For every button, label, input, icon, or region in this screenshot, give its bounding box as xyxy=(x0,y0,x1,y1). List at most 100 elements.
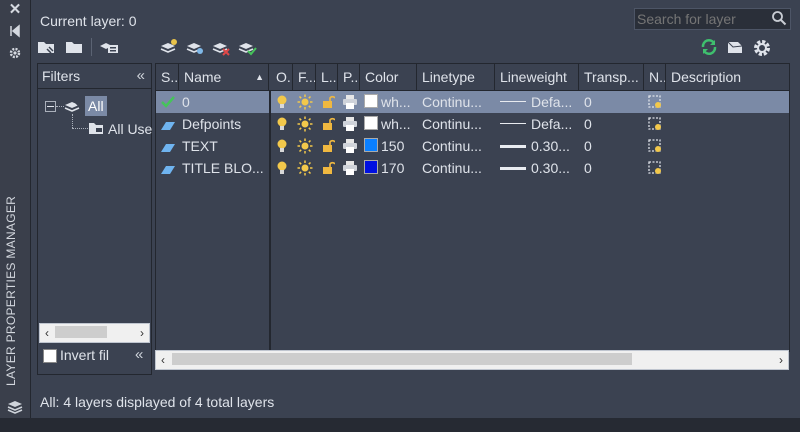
lineweight-value[interactable]: 0.30... xyxy=(531,135,577,157)
scroll-right-icon[interactable]: › xyxy=(774,351,788,369)
layer-manager-panel: Current layer: 0 Filters « xyxy=(31,0,800,418)
layer-settings-icon[interactable] xyxy=(725,38,745,56)
layer-name[interactable]: Defpoints xyxy=(182,113,268,135)
close-icon[interactable]: ✕ xyxy=(7,2,23,18)
collapse-chevron-icon[interactable]: « xyxy=(137,67,145,84)
tree-line xyxy=(72,128,88,130)
filters-pane: Filters « All All Use ‹ › xyxy=(37,63,152,375)
lineweight-value[interactable]: Defa... xyxy=(531,113,577,135)
lineweight-value[interactable]: 0.30... xyxy=(531,157,577,179)
filters-header: Filters « xyxy=(38,64,151,89)
scroll-right-icon[interactable]: › xyxy=(135,324,149,342)
column-transparency[interactable]: Transp... xyxy=(579,64,644,90)
invert-filter-checkbox[interactable] xyxy=(43,349,57,363)
grid-splitter[interactable] xyxy=(269,91,271,351)
lineweight-value[interactable]: Defa... xyxy=(531,91,577,113)
refresh-icon[interactable] xyxy=(699,38,719,56)
layer-states-manager-icon[interactable] xyxy=(99,38,119,56)
transparency-value[interactable]: 0 xyxy=(584,135,639,157)
column-plot[interactable]: P... xyxy=(338,64,360,90)
layer-stack-icon xyxy=(7,398,23,414)
invert-filter-row: Invert fil « xyxy=(37,344,150,368)
column-color[interactable]: Color xyxy=(360,64,417,90)
lineweight-sample xyxy=(500,145,526,148)
column-lock[interactable]: L... xyxy=(316,64,338,90)
new-layer-vp-frozen-icon[interactable] xyxy=(185,38,205,56)
transparency-value[interactable]: 0 xyxy=(584,91,639,113)
invert-filter-label: Invert fil xyxy=(60,347,110,363)
color-value[interactable]: 170 xyxy=(381,157,416,179)
collapse-filters-chevron-icon[interactable]: « xyxy=(135,346,143,363)
column-freeze[interactable]: F... xyxy=(293,64,316,90)
sun-icon[interactable] xyxy=(297,160,313,182)
palette-title: LAYER PROPERTIES MANAGER xyxy=(4,195,18,386)
column-name[interactable]: Name ▲ xyxy=(179,64,269,90)
window-bottom-edge xyxy=(0,418,800,432)
transparency-value[interactable]: 0 xyxy=(584,157,639,179)
column-new-vp-freeze[interactable]: N... xyxy=(644,64,666,90)
layer-name[interactable]: TITLE BLO... xyxy=(182,157,268,179)
properties-gear-icon[interactable] xyxy=(7,46,23,62)
scroll-left-icon[interactable]: ‹ xyxy=(156,351,170,369)
new-layer-icon[interactable] xyxy=(159,38,179,56)
column-status[interactable]: S... xyxy=(156,64,179,90)
layer-name[interactable]: 0 xyxy=(182,91,268,113)
scrollbar-thumb[interactable] xyxy=(172,353,632,365)
linetype-value[interactable]: Continu... xyxy=(422,113,494,135)
search-icon xyxy=(771,10,787,26)
lineweight-sample xyxy=(500,123,526,124)
filters-horizontal-scrollbar[interactable]: ‹ › xyxy=(39,323,150,343)
lineweight-sample xyxy=(500,167,526,170)
table-row[interactable]: TITLE BLO... 170 Continu... 0.30... 0 xyxy=(156,157,789,179)
color-swatch[interactable] xyxy=(364,113,378,135)
filters-title: Filters xyxy=(42,68,81,84)
lineweight-sample xyxy=(500,101,526,102)
linetype-value[interactable]: Continu... xyxy=(422,157,494,179)
layer-status-icon xyxy=(160,160,176,182)
color-swatch[interactable] xyxy=(364,157,378,179)
printer-icon[interactable] xyxy=(342,160,358,182)
column-on[interactable]: O... xyxy=(271,64,293,90)
layer-list-grid: S... Name▲ O... F... L... P... Color Lin… xyxy=(155,63,790,352)
scrollbar-thumb[interactable] xyxy=(55,326,107,338)
delete-layer-icon[interactable] xyxy=(211,38,231,56)
tree-line xyxy=(72,114,74,128)
linetype-value[interactable]: Continu... xyxy=(422,135,494,157)
color-swatch[interactable] xyxy=(364,91,378,113)
column-description[interactable]: Description xyxy=(666,64,789,90)
column-linetype[interactable]: Linetype xyxy=(417,64,495,90)
filter-tree-all[interactable]: All xyxy=(85,96,107,116)
unlock-icon[interactable] xyxy=(321,160,335,182)
layer-name[interactable]: TEXT xyxy=(182,135,268,157)
linetype-value[interactable]: Continu... xyxy=(422,91,494,113)
transparency-value[interactable]: 0 xyxy=(584,113,639,135)
new-group-filter-icon[interactable] xyxy=(65,38,85,56)
tree-line xyxy=(56,106,64,108)
color-value[interactable]: wh... xyxy=(381,91,416,113)
color-swatch[interactable] xyxy=(364,135,378,157)
set-current-icon[interactable] xyxy=(237,38,257,56)
search-input[interactable] xyxy=(635,9,765,28)
palette-side-bar: ✕ LAYER PROPERTIES MANAGER xyxy=(0,0,31,432)
new-vp-freeze-icon[interactable] xyxy=(647,160,663,182)
column-header-row: S... Name▲ O... F... L... P... Color Lin… xyxy=(156,64,789,91)
color-value[interactable]: wh... xyxy=(381,113,416,135)
filter-tree-all-used[interactable]: All Use xyxy=(108,121,152,137)
gear-icon[interactable] xyxy=(752,38,772,56)
current-layer-label: Current layer: 0 xyxy=(40,13,137,29)
toolbar-separator xyxy=(91,38,92,56)
search-box[interactable] xyxy=(634,8,791,30)
tree-collapse-toggle[interactable] xyxy=(45,101,56,112)
scroll-left-icon[interactable]: ‹ xyxy=(40,324,54,342)
color-value[interactable]: 150 xyxy=(381,135,416,157)
table-row[interactable]: Defpoints wh... Continu... Defa... 0 xyxy=(156,113,789,135)
grid-horizontal-scrollbar[interactable]: ‹ › xyxy=(155,350,789,370)
auto-hide-icon[interactable] xyxy=(7,24,23,40)
used-layers-filter-icon xyxy=(88,120,106,139)
table-row[interactable]: TEXT 150 Continu... 0.30... 0 xyxy=(156,135,789,157)
column-lineweight[interactable]: Lineweight xyxy=(495,64,579,90)
new-property-filter-icon[interactable] xyxy=(37,38,57,56)
table-row[interactable]: 0 wh... Continu... Defa... 0 xyxy=(156,91,789,113)
lightbulb-icon[interactable] xyxy=(275,160,289,182)
sort-ascending-icon: ▲ xyxy=(255,72,264,82)
